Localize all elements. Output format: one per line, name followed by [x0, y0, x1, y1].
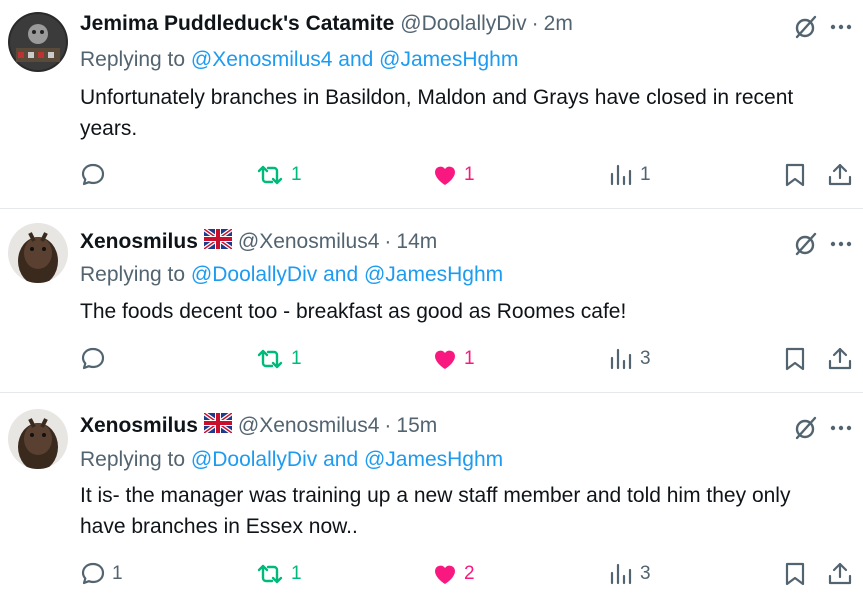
- reply-icon: [81, 562, 105, 585]
- avatar[interactable]: [8, 12, 68, 72]
- replying-prefix: Replying to: [80, 263, 186, 286]
- avatar[interactable]: [8, 409, 68, 469]
- like-count: 1: [464, 164, 475, 185]
- tweet-header: Jemima Puddleduck's Catamite @DoolallyDi…: [80, 12, 573, 36]
- reply-button[interactable]: [80, 160, 112, 190]
- share-button[interactable]: [827, 160, 853, 190]
- like-count: 2: [464, 563, 475, 584]
- author-name[interactable]: Xenosmilus: [80, 414, 198, 438]
- replying-prefix: Replying to: [80, 48, 186, 71]
- reply-button[interactable]: [80, 344, 112, 374]
- repost-count: 1: [291, 563, 302, 584]
- tweet-header: Xenosmilus @Xenosmilus4 · 15m: [80, 411, 437, 439]
- views-button[interactable]: 1: [608, 160, 651, 190]
- replying-to-link[interactable]: @DoolallyDiv and @JamesHghm: [191, 448, 503, 471]
- tweet-text: It is- the manager was training up a new…: [80, 484, 791, 538]
- repost-button[interactable]: 1: [255, 344, 302, 374]
- replying-to: Replying to @DoolallyDiv and @JamesHghm: [80, 448, 503, 472]
- separator: ·: [531, 12, 539, 35]
- heart-icon: [435, 565, 455, 584]
- share-icon: [828, 562, 852, 585]
- repost-icon: [257, 349, 283, 369]
- replying-to-link[interactable]: @Xenosmilus4 and @JamesHghm: [191, 48, 518, 71]
- tweet-time[interactable]: 15m: [396, 414, 437, 438]
- views-icon: [610, 348, 632, 370]
- uk-flag-icon: [202, 227, 234, 255]
- grok-icon[interactable]: [793, 231, 819, 262]
- views-icon: [610, 563, 632, 585]
- share-icon: [828, 163, 852, 186]
- grok-icon[interactable]: [793, 14, 819, 45]
- tweet-top-icons: [793, 231, 853, 262]
- heart-icon: [435, 350, 455, 369]
- action-bar: 1 1 1: [80, 160, 855, 190]
- tweet-text: The foods decent too - breakfast as good…: [80, 300, 627, 323]
- views-icon: [610, 164, 632, 186]
- grok-icon[interactable]: [793, 415, 819, 446]
- separator: ·: [384, 230, 392, 253]
- replying-to-link[interactable]: @DoolallyDiv and @JamesHghm: [191, 263, 503, 286]
- author-handle[interactable]: @DoolallyDiv: [400, 12, 526, 36]
- repost-count: 1: [291, 164, 302, 185]
- tweet-3[interactable]: Xenosmilus @Xenosmilus4 · 15m Replying t…: [0, 393, 863, 599]
- author-name[interactable]: Xenosmilus: [80, 230, 198, 254]
- views-count: 3: [640, 563, 651, 584]
- bookmark-button[interactable]: [783, 344, 807, 374]
- reply-count: 1: [112, 563, 123, 584]
- tweet-top-icons: [793, 14, 853, 45]
- action-bar: 1 1 3: [80, 344, 855, 374]
- action-bar: 1 1 2 3: [80, 559, 855, 589]
- replying-prefix: Replying to: [80, 448, 186, 471]
- like-button[interactable]: 1: [432, 160, 475, 190]
- author-handle[interactable]: @Xenosmilus4: [238, 230, 380, 254]
- repost-count: 1: [291, 348, 302, 369]
- reply-icon: [81, 347, 105, 370]
- more-icon[interactable]: [829, 15, 853, 44]
- bookmark-icon: [785, 347, 805, 371]
- share-icon: [828, 347, 852, 370]
- share-button[interactable]: [827, 344, 853, 374]
- author-handle[interactable]: @Xenosmilus4: [238, 414, 380, 438]
- tweet-time[interactable]: 2m: [544, 12, 573, 36]
- reply-button[interactable]: 1: [80, 559, 123, 589]
- bookmark-button[interactable]: [783, 160, 807, 190]
- repost-button[interactable]: 1: [255, 160, 302, 190]
- repost-icon: [257, 564, 283, 584]
- avatar[interactable]: [8, 223, 68, 283]
- reply-icon: [81, 163, 105, 186]
- repost-button[interactable]: 1: [255, 559, 302, 589]
- views-button[interactable]: 3: [608, 559, 651, 589]
- tweet-top-icons: [793, 415, 853, 446]
- share-button[interactable]: [827, 559, 853, 589]
- like-button[interactable]: 1: [432, 344, 475, 374]
- uk-flag-icon: [202, 411, 234, 439]
- tweet-2[interactable]: Xenosmilus @Xenosmilus4 · 14m Replying t…: [0, 209, 863, 392]
- bookmark-icon: [785, 562, 805, 586]
- bookmark-button[interactable]: [783, 559, 807, 589]
- tweet-time[interactable]: 14m: [396, 230, 437, 254]
- heart-icon: [435, 166, 455, 185]
- tweet-header: Xenosmilus @Xenosmilus4 · 14m: [80, 227, 437, 255]
- views-count: 3: [640, 348, 651, 369]
- views-count: 1: [640, 164, 651, 185]
- tweet-1[interactable]: Jemima Puddleduck's Catamite @DoolallyDi…: [0, 0, 863, 208]
- bookmark-icon: [785, 163, 805, 187]
- author-name[interactable]: Jemima Puddleduck's Catamite: [80, 12, 394, 36]
- repost-icon: [257, 165, 283, 185]
- separator: ·: [384, 414, 392, 437]
- replying-to: Replying to @Xenosmilus4 and @JamesHghm: [80, 48, 518, 72]
- more-icon[interactable]: [829, 232, 853, 261]
- like-count: 1: [464, 348, 475, 369]
- views-button[interactable]: 3: [608, 344, 651, 374]
- more-icon[interactable]: [829, 416, 853, 445]
- replying-to: Replying to @DoolallyDiv and @JamesHghm: [80, 263, 503, 287]
- like-button[interactable]: 2: [432, 559, 475, 589]
- tweet-text: Unfortunately branches in Basildon, Mald…: [80, 86, 794, 140]
